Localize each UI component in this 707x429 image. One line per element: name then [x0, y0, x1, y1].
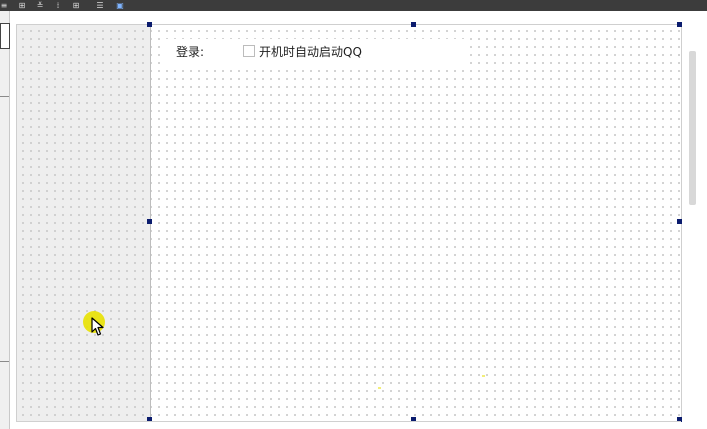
selection-handle[interactable]	[677, 219, 682, 224]
designer-toolbar: ≡ ⊞ ≚ ⁞ ⊞ ☰ ▣	[0, 0, 707, 11]
layout-form-icon[interactable]: ☰	[96, 1, 104, 10]
distribute-icon[interactable]: ≚	[36, 1, 44, 10]
login-label: 登录:	[176, 45, 205, 59]
selection-handle[interactable]	[677, 22, 682, 27]
selection-handle[interactable]	[147, 22, 152, 27]
divider	[0, 96, 9, 97]
layout-grid-icon[interactable]: ⊞	[72, 1, 80, 10]
selection-handle[interactable]	[147, 219, 152, 224]
autostart-checkbox[interactable]	[243, 45, 255, 57]
render-artifact	[378, 387, 381, 389]
panel-frame	[0, 23, 10, 49]
vertical-scrollbar[interactable]	[689, 51, 696, 205]
align-left-icon[interactable]: ≡	[0, 1, 8, 10]
canvas-bottom-border	[16, 421, 681, 422]
divider	[0, 361, 9, 362]
align-right-icon[interactable]: ⊞	[18, 1, 26, 10]
object-inspector-edge	[0, 11, 10, 429]
mouse-pointer-icon	[91, 317, 104, 336]
navigation-panel[interactable]	[17, 25, 151, 421]
preview-icon[interactable]: ▣	[116, 1, 124, 10]
render-artifact	[482, 375, 485, 377]
autostart-checkbox-label[interactable]: 开机时自动启动QQ	[259, 43, 362, 60]
settings-row: 登录: 开机时自动启动QQ	[164, 39, 464, 65]
form-canvas[interactable]: 登录: 开机时自动启动QQ	[16, 24, 696, 422]
selection-handle[interactable]	[411, 22, 416, 27]
layout-vertical-icon[interactable]: ⁞	[54, 1, 62, 10]
